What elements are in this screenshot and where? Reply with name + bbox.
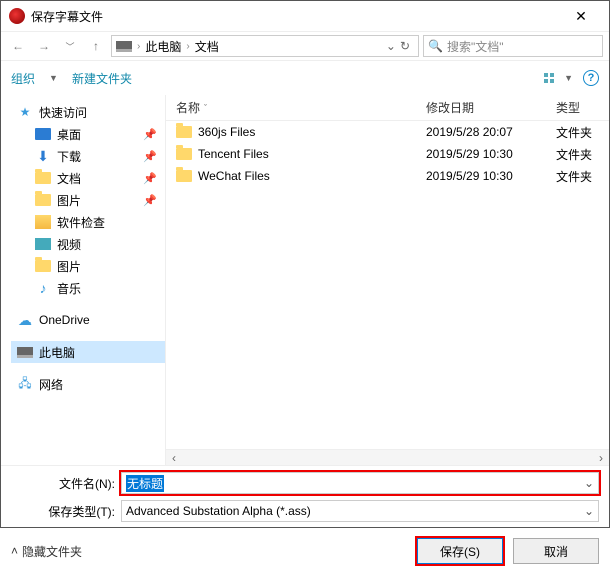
scroll-left-icon[interactable]: ‹	[166, 451, 182, 465]
scroll-right-icon[interactable]: ›	[593, 451, 609, 465]
folder-icon	[176, 168, 192, 184]
window-title: 保存字幕文件	[31, 8, 561, 25]
video-icon	[35, 236, 51, 252]
file-date: 2019/5/29 10:30	[426, 169, 556, 183]
sidebar-item-docs[interactable]: 文档📌	[11, 167, 165, 189]
search-input[interactable]: 🔍 搜索"文档"	[423, 35, 603, 57]
footer: 文件名(N): 无标题 ⌄ 保存类型(T): Advanced Substati…	[1, 465, 609, 532]
file-name: WeChat Files	[198, 169, 270, 183]
horizontal-scrollbar[interactable]: ‹ ›	[166, 449, 609, 465]
pin-icon: 📌	[143, 128, 165, 141]
file-date: 2019/5/29 10:30	[426, 147, 556, 161]
organize-menu[interactable]: 组织	[11, 70, 35, 87]
file-list: 360js Files2019/5/28 20:07文件夹Tencent Fil…	[166, 121, 609, 449]
table-row[interactable]: Tencent Files 2019/5/29 10:30文件夹	[166, 143, 609, 165]
star-icon: ★	[17, 104, 33, 120]
sidebar-item-video[interactable]: 视频	[11, 233, 165, 255]
search-placeholder: 搜索"文档"	[447, 38, 504, 55]
sidebar-item-downloads[interactable]: ⬇下载📌	[11, 145, 165, 167]
chevron-right-icon: ›	[183, 41, 192, 52]
filetype-value: Advanced Substation Alpha (*.ass)	[126, 504, 311, 518]
refresh-icon[interactable]: ↻	[400, 39, 410, 53]
toolbar: 组织 ▼ 新建文件夹 ▼ ?	[1, 61, 609, 95]
folder-icon	[35, 258, 51, 274]
file-date: 2019/5/28 20:07	[426, 125, 556, 139]
folder-icon	[35, 192, 51, 208]
file-list-panel: 名称ˇ 修改日期 类型 360js Files2019/5/28 20:07文件…	[166, 95, 609, 465]
chevron-down-icon[interactable]: ⌄	[386, 39, 396, 53]
hide-folders-toggle[interactable]: ˄ 隐藏文件夹	[11, 543, 82, 560]
back-button[interactable]: ←	[7, 35, 29, 57]
new-folder-button[interactable]: 新建文件夹	[72, 70, 132, 87]
help-icon[interactable]: ?	[583, 70, 599, 86]
chevron-up-icon: ˄	[11, 544, 18, 558]
sidebar: ★快速访问 桌面📌 ⬇下载📌 文档📌 图片📌 软件检查 视频 图片 ♪音乐 ☁O…	[1, 95, 166, 465]
sidebar-item-swcheck[interactable]: 软件检查	[11, 211, 165, 233]
pc-icon	[116, 38, 132, 54]
sidebar-item-network[interactable]: 🖧网络	[11, 373, 165, 395]
sidebar-item-pictures[interactable]: 图片📌	[11, 189, 165, 211]
pin-icon: 📌	[143, 172, 165, 185]
chevron-right-icon: ›	[134, 41, 143, 52]
breadcrumb-pc[interactable]: 此电脑	[145, 38, 181, 55]
pin-icon: 📌	[143, 194, 165, 207]
sidebar-item-music[interactable]: ♪音乐	[11, 277, 165, 299]
sidebar-item-desktop[interactable]: 桌面📌	[11, 123, 165, 145]
search-icon: 🔍	[428, 39, 443, 53]
file-name: 360js Files	[198, 125, 255, 139]
title-bar: 保存字幕文件 ✕	[1, 1, 609, 31]
sidebar-item-quick[interactable]: ★快速访问	[11, 101, 165, 123]
cancel-button[interactable]: 取消	[513, 538, 599, 564]
file-type: 文件夹	[556, 124, 609, 141]
folder-icon	[176, 146, 192, 162]
folder-icon	[176, 124, 192, 140]
file-type: 文件夹	[556, 168, 609, 185]
column-headers: 名称ˇ 修改日期 类型	[166, 95, 609, 121]
view-options-icon[interactable]	[544, 73, 554, 83]
filename-label: 文件名(N):	[11, 475, 121, 492]
filetype-select[interactable]: Advanced Substation Alpha (*.ass) ⌄	[121, 500, 599, 522]
filetype-label: 保存类型(T):	[11, 503, 121, 520]
app-icon	[9, 8, 25, 24]
chevron-down-icon[interactable]: ⌄	[584, 504, 594, 518]
folder-icon	[35, 170, 51, 186]
sort-arrow-icon: ˇ	[204, 103, 207, 113]
music-icon: ♪	[35, 280, 51, 296]
table-row[interactable]: WeChat Files 2019/5/29 10:30文件夹	[166, 165, 609, 187]
pc-icon	[17, 344, 33, 360]
breadcrumb-docs[interactable]: 文档	[195, 38, 219, 55]
table-row[interactable]: 360js Files 2019/5/28 20:07文件夹	[166, 121, 609, 143]
close-button[interactable]: ✕	[561, 8, 601, 25]
breadcrumb[interactable]: › 此电脑 › 文档 ⌄ ↻	[111, 35, 419, 57]
desktop-icon	[35, 126, 51, 142]
chevron-down-icon[interactable]: ⌄	[584, 476, 594, 490]
nav-bar: ← → ﹀ ↑ › 此电脑 › 文档 ⌄ ↻ 🔍 搜索"文档"	[1, 31, 609, 61]
chevron-down-icon[interactable]: ▼	[49, 73, 58, 83]
save-button[interactable]: 保存(S)	[417, 538, 503, 564]
column-type[interactable]: 类型	[556, 99, 609, 116]
cloud-icon: ☁	[17, 312, 33, 328]
sidebar-item-thispc[interactable]: 此电脑	[11, 341, 165, 363]
recent-dropdown[interactable]: ﹀	[59, 35, 81, 57]
sidebar-item-pictures2[interactable]: 图片	[11, 255, 165, 277]
download-icon: ⬇	[35, 148, 51, 164]
folder-icon	[35, 214, 51, 230]
network-icon: 🖧	[17, 376, 33, 392]
pin-icon: 📌	[143, 150, 165, 163]
filename-input[interactable]: 无标题 ⌄	[121, 472, 599, 494]
chevron-down-icon[interactable]: ▼	[564, 73, 573, 83]
sidebar-item-onedrive[interactable]: ☁OneDrive	[11, 309, 165, 331]
filename-value: 无标题	[126, 475, 164, 492]
file-type: 文件夹	[556, 146, 609, 163]
forward-button[interactable]: →	[33, 35, 55, 57]
column-name[interactable]: 名称ˇ	[166, 99, 426, 116]
file-name: Tencent Files	[198, 147, 269, 161]
up-button[interactable]: ↑	[85, 35, 107, 57]
column-date[interactable]: 修改日期	[426, 99, 556, 116]
